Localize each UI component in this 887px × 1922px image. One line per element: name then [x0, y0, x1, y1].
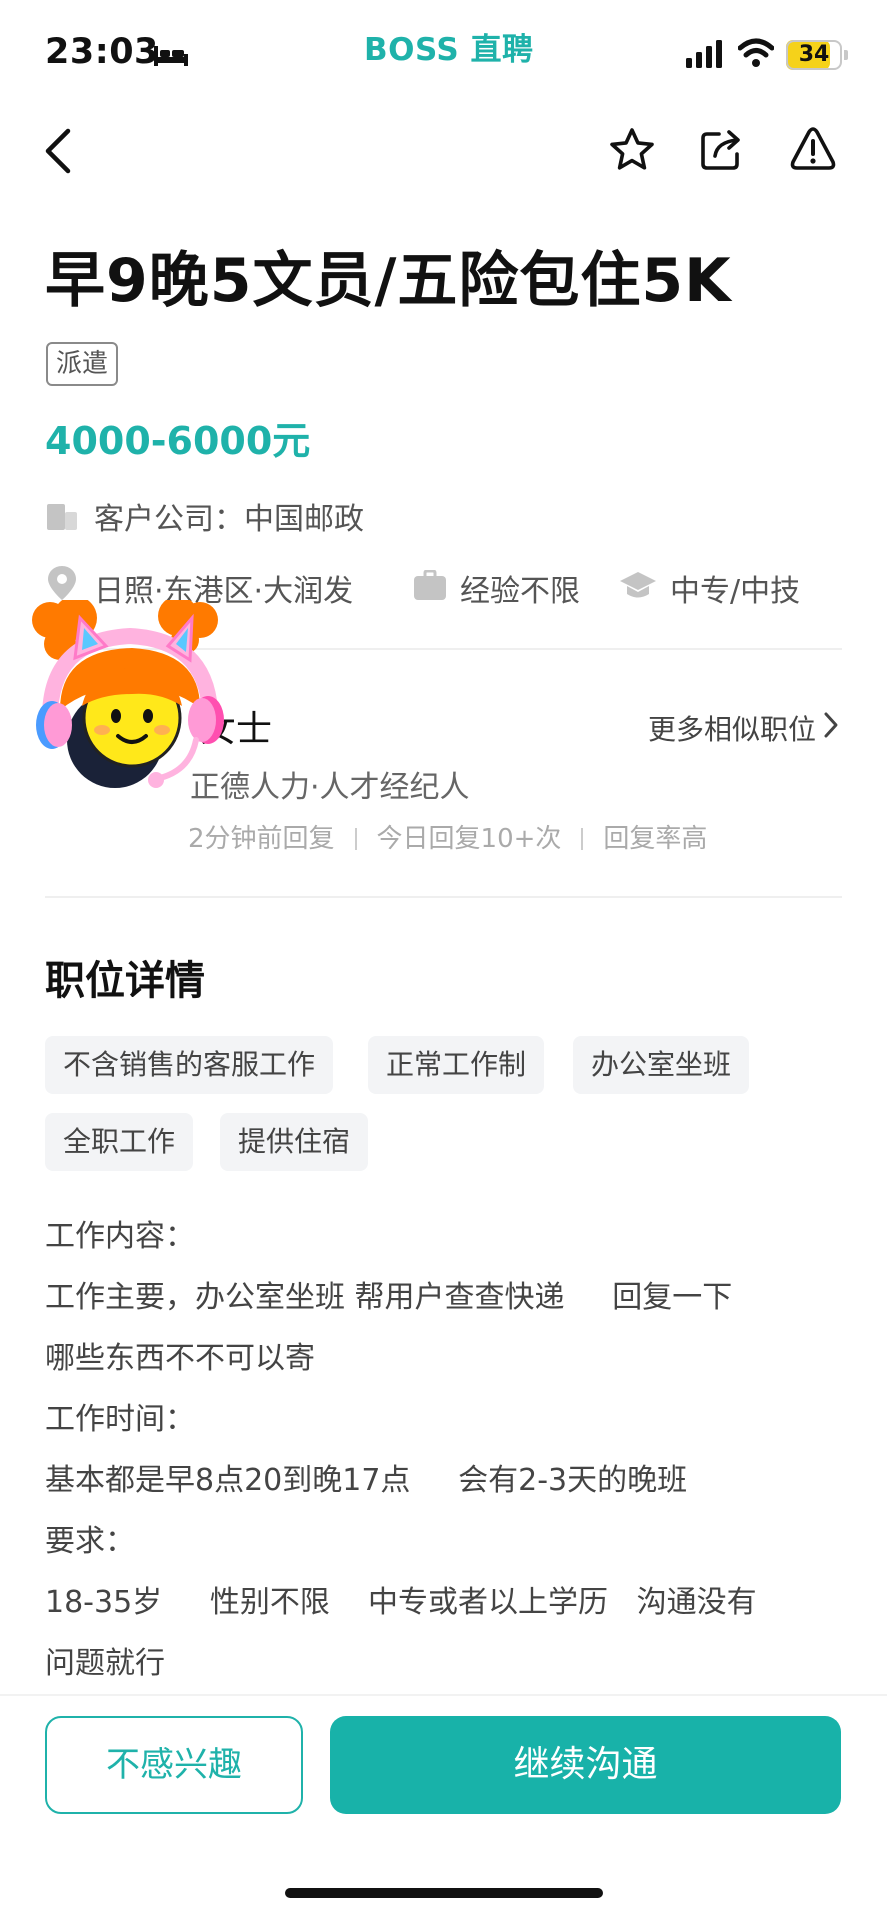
- reply-rate: 回复率高: [603, 824, 708, 854]
- client-company-name: 中国邮政: [244, 502, 364, 537]
- cellular-signal-icon: [686, 40, 722, 68]
- building-icon: [47, 504, 77, 530]
- favorite-star-icon[interactable]: [608, 126, 656, 174]
- salary-range: 4000-6000元: [45, 419, 311, 463]
- recruiter-activity: 2分钟前回复 今日回复10+次 回复率高: [188, 818, 707, 855]
- description-line: 基本都是早8点20到晚17点 会有2-3天的晚班: [45, 1463, 688, 1498]
- description-line: 要求：: [45, 1524, 135, 1559]
- experience-requirement: 经验不限: [460, 574, 580, 609]
- description-line: 工作主要，办公室坐班 帮用户查查快递 回复一下: [45, 1280, 733, 1315]
- job-details-heading: 职位详情: [45, 958, 205, 1004]
- description-line: 哪些东西不不可以寄: [45, 1341, 315, 1376]
- job-tag-chip: 不含销售的客服工作: [45, 1036, 334, 1094]
- education-requirement: 中专/中技: [670, 574, 801, 609]
- battery-indicator: 34: [786, 40, 848, 70]
- reply-time: 2分钟前回复: [188, 824, 335, 854]
- divider: [45, 896, 842, 898]
- app-brand-logo: BOSS 直聘: [364, 32, 534, 68]
- home-indicator[interactable]: [285, 1888, 603, 1898]
- not-interested-button[interactable]: 不感兴趣: [45, 1716, 303, 1814]
- recruiter-avatar[interactable]: [20, 600, 250, 810]
- more-similar-jobs-link[interactable]: 更多相似职位: [648, 708, 816, 748]
- job-tag-chip: 办公室坐班: [573, 1036, 750, 1094]
- description-line: 工作内容：: [45, 1219, 195, 1254]
- chevron-right-icon[interactable]: [822, 710, 840, 740]
- client-company: 客户公司：中国邮政: [94, 494, 364, 538]
- job-tag-chip: 全职工作: [45, 1113, 194, 1171]
- wifi-icon: [738, 38, 774, 67]
- share-icon[interactable]: [697, 126, 745, 174]
- location-pin-icon: [48, 566, 76, 600]
- sleep-focus-icon: [154, 46, 188, 66]
- job-tag-chip: 正常工作制: [368, 1036, 545, 1094]
- separator: [354, 828, 357, 850]
- back-arrow-icon[interactable]: [40, 125, 76, 177]
- reply-count: 今日回复10+次: [376, 824, 562, 854]
- report-warning-icon[interactable]: [788, 124, 838, 174]
- graduation-cap-icon: [620, 572, 656, 598]
- separator: [581, 828, 584, 850]
- description-line: 工作时间：: [45, 1402, 195, 1437]
- job-tag-chip: 提供住宿: [220, 1113, 369, 1171]
- job-type-tag: 派遣: [46, 342, 119, 386]
- status-time: 23:03: [45, 32, 159, 72]
- battery-level: 34: [798, 42, 830, 67]
- briefcase-icon: [414, 570, 446, 600]
- job-description: 工作内容： 工作主要，办公室坐班 帮用户查查快递 回复一下 哪些东西不不可以寄 …: [45, 1206, 845, 1694]
- continue-chat-button[interactable]: 继续沟通: [330, 1716, 841, 1814]
- description-line: 18-35岁 性别不限 中专或者以上学历 沟通没有: [45, 1585, 757, 1620]
- description-line: 问题就行: [45, 1646, 165, 1681]
- client-company-label: 客户公司：: [94, 502, 244, 537]
- job-title: 早9晚5文员/五险包住5K: [45, 246, 732, 316]
